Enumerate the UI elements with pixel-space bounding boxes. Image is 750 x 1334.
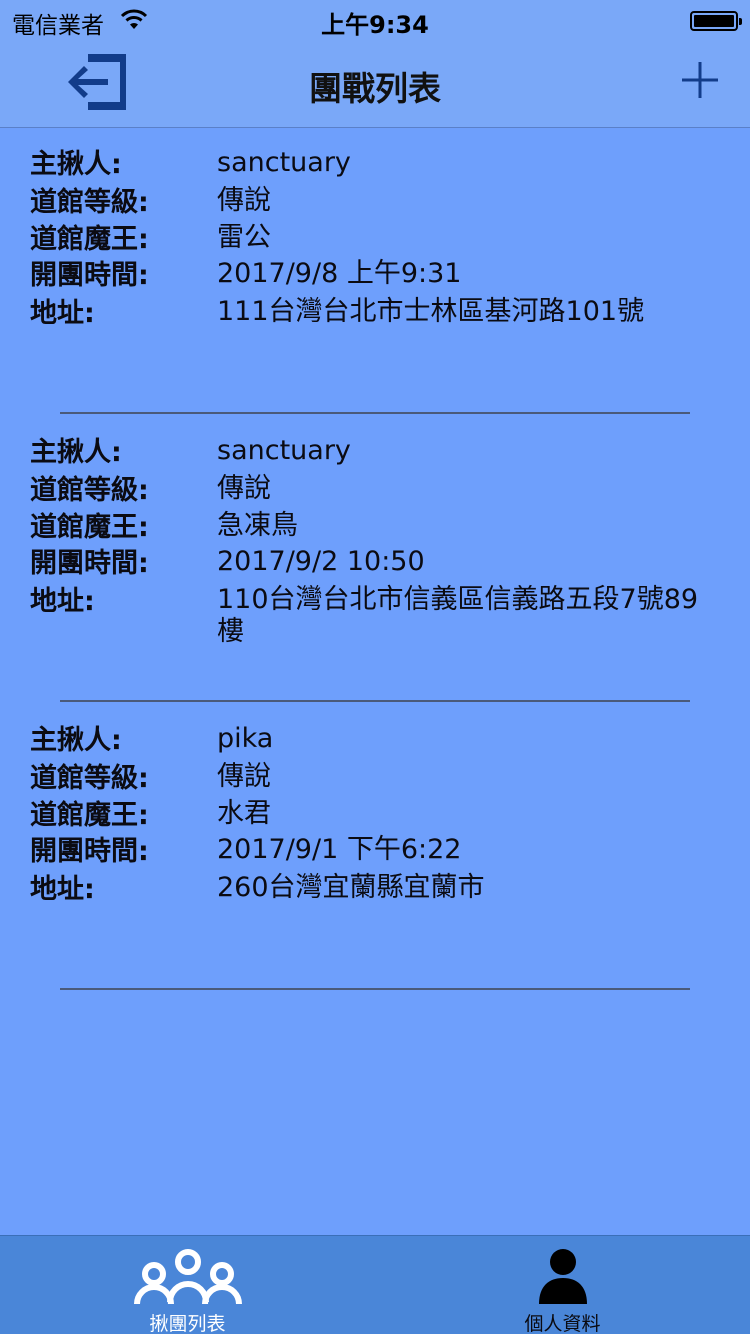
status-bar: 電信業者 上午9:34 [0,0,750,40]
gym-boss-label: 道館魔王: [30,512,149,543]
start-time-label: 開團時間: [30,548,149,579]
navigation-bar: 團戰列表 [0,40,750,128]
host-value: pika [217,723,274,754]
start-time-label: 開團時間: [30,836,149,867]
gym-boss-value: 雷公 [217,222,271,253]
tab-raid-list[interactable]: 揪團列表 [0,1236,375,1334]
status-time: 上午9:34 [321,11,429,39]
start-time-value: 2017/9/2 10:50 [217,546,425,577]
gym-level-value: 傳說 [217,473,271,504]
host-label: 主揪人: [30,149,122,180]
tab-bar: 揪團列表 個人資料 [0,1235,750,1334]
divider [60,988,690,990]
raid-card[interactable]: 主揪人: sanctuary 道館等級: 傳說 道館魔王: 急凍鳥 開團時間: … [0,417,750,705]
tab-profile[interactable]: 個人資料 [375,1236,750,1334]
gym-boss-value: 水君 [217,798,271,829]
tab-raid-list-label: 揪團列表 [149,1313,226,1334]
start-time-value: 2017/9/8 上午9:31 [217,258,462,289]
group-icon [133,1249,242,1304]
battery-icon [690,11,742,31]
gym-level-value: 傳說 [217,761,271,792]
host-value: sanctuary [217,435,351,466]
address-value: 111台灣台北市士林區基河路101號 [217,296,645,327]
gym-boss-value: 急凍鳥 [217,510,298,541]
plus-icon[interactable] [680,60,720,100]
gym-level-label: 道館等級: [30,187,149,218]
host-label: 主揪人: [30,725,122,756]
raid-card[interactable]: 主揪人: pika 道館等級: 傳說 道館魔王: 水君 開團時間: 2017/9… [0,705,750,993]
gym-boss-label: 道館魔王: [30,224,149,255]
address-label: 地址: [30,586,95,617]
address-label: 地址: [30,874,95,905]
divider [60,412,690,414]
start-time-label: 開團時間: [30,260,149,291]
person-icon [538,1249,587,1304]
gym-level-value: 傳說 [217,185,271,216]
gym-level-label: 道館等級: [30,475,149,506]
address-value: 110台灣台北市信義區信義路五段7號89樓 [217,584,699,647]
host-label: 主揪人: [30,437,122,468]
gym-boss-label: 道館魔王: [30,800,149,831]
start-time-value: 2017/9/1 下午6:22 [217,834,462,865]
page-title: 團戰列表 [309,69,441,108]
raid-list: 主揪人: sanctuary 道館等級: 傳說 道館魔王: 雷公 開團時間: 2… [0,129,750,993]
host-value: sanctuary [217,147,351,178]
gym-level-label: 道館等級: [30,763,149,794]
divider [60,700,690,702]
address-value: 260台灣宜蘭縣宜蘭市 [217,872,485,903]
raid-card[interactable]: 主揪人: sanctuary 道館等級: 傳說 道館魔王: 雷公 開團時間: 2… [0,129,750,417]
address-label: 地址: [30,298,95,329]
tab-profile-label: 個人資料 [524,1313,601,1334]
